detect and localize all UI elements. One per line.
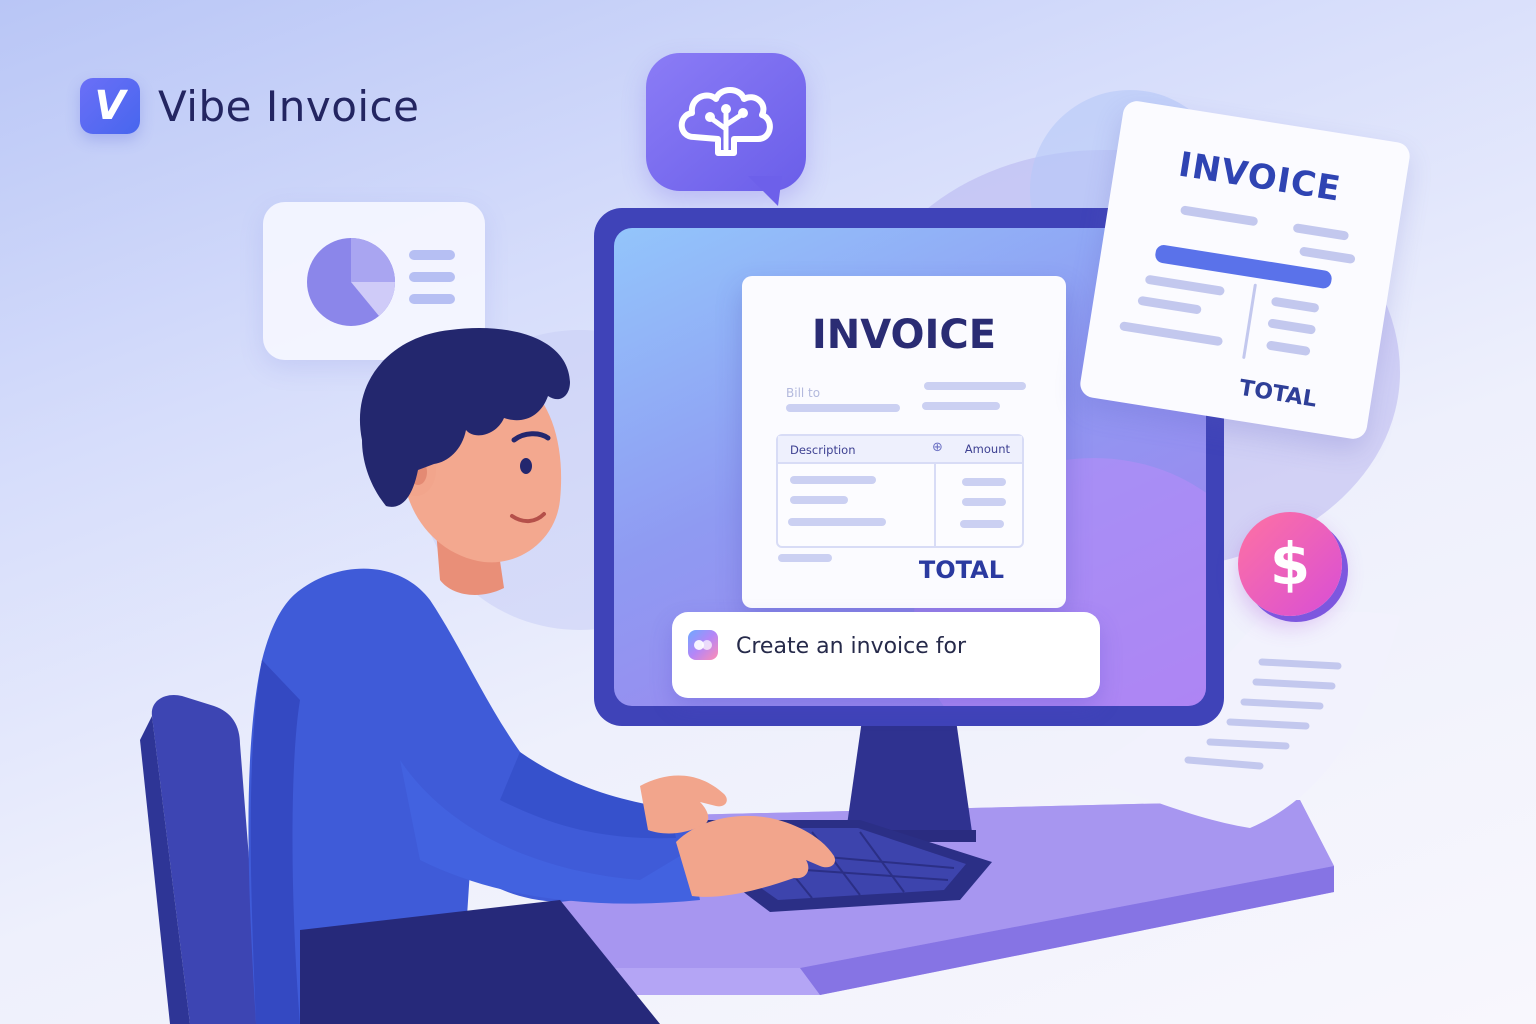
- person-illustration: [140, 328, 992, 1024]
- eye: [520, 458, 532, 474]
